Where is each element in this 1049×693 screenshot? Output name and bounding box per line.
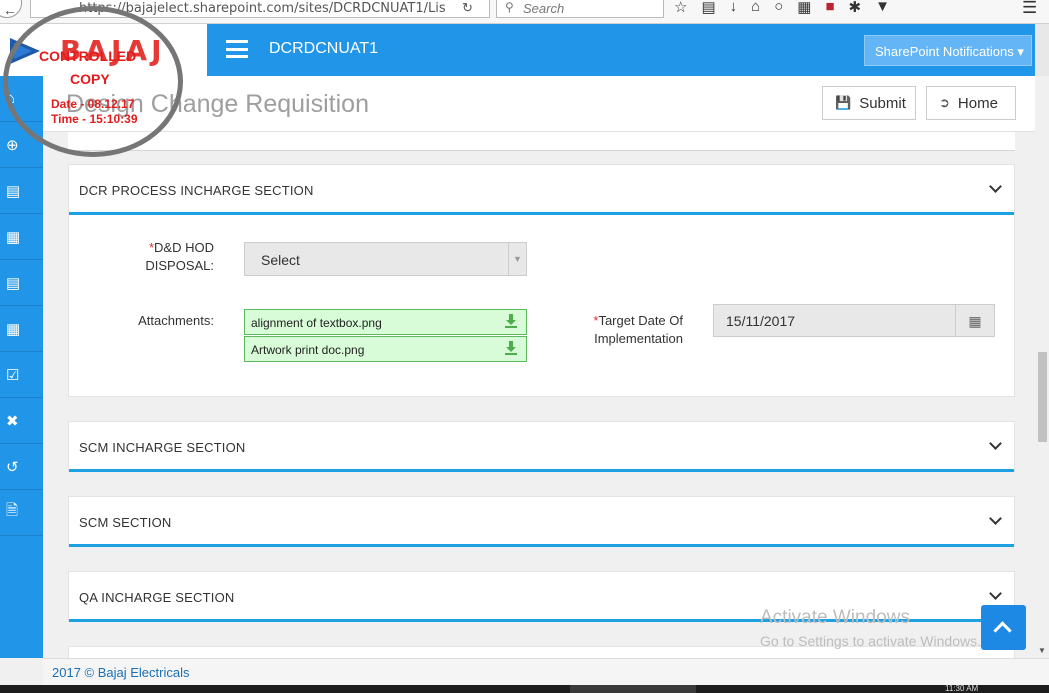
reading-list-icon[interactable]: ▤ [701, 0, 715, 16]
chevron-down-icon[interactable] [989, 587, 1002, 600]
activation-watermark-title: Activate Windows [760, 607, 910, 628]
chevron-up-icon [993, 621, 1012, 640]
reload-icon[interactable]: ↻ [462, 0, 473, 16]
menu-toggle-icon[interactable] [226, 40, 248, 58]
table-icon: ▦ [6, 228, 21, 246]
hod-disposal-label: *D&D HOD DISPOSAL: [145, 240, 214, 273]
dcr-process-incharge-header[interactable]: DCR PROCESS INCHARGE SECTION [69, 165, 1014, 215]
sharepoint-notifications-button[interactable]: SharePoint Notifications ▾ [864, 35, 1032, 66]
scroll-down-arrow-icon[interactable]: ▼ [1038, 646, 1046, 655]
save-icon: 💾 [835, 95, 852, 110]
home-label: Home [957, 94, 998, 112]
chevron-down-icon: ▼ [508, 243, 526, 275]
stamp-text: COPY [70, 71, 110, 87]
taskbar-active-app[interactable] [570, 685, 696, 693]
download-icon[interactable] [504, 340, 518, 356]
calendar-icon[interactable]: ▦ [956, 304, 995, 337]
os-taskbar [0, 685, 1049, 693]
bug-icon[interactable]: ✱ [849, 0, 862, 16]
list-icon: ▤ [6, 274, 21, 292]
scm-header[interactable]: SCM SECTION [69, 497, 1014, 547]
section-title: DCR PROCESS INCHARGE SECTION [79, 183, 314, 198]
extension-red-icon[interactable]: ■ [825, 0, 834, 16]
check-square-icon: ☑ [6, 366, 20, 384]
section-title: SCM SECTION [79, 515, 172, 530]
sidebar-item-document[interactable]: 🗎 [0, 490, 43, 536]
stamp-time: Time - 15:10:39 [51, 112, 138, 126]
browser-toolbar-icons: ☆ ▤ ↓ ⌂ ○ ▦ ■ ✱ ▼ [674, 0, 890, 16]
sidebar-item-rework[interactable]: ↺ [0, 444, 43, 490]
footer-copyright: 2017 © Bajaj Electricals [52, 665, 190, 680]
attachment-filename: Artwork print doc.png [251, 343, 365, 357]
home-browser-icon[interactable]: ⌂ [751, 0, 760, 16]
home-button[interactable]: ➲ Home [926, 86, 1016, 120]
section-title: SCM INCHARGE SECTION [79, 440, 246, 455]
shield-icon[interactable]: ▼ [875, 0, 890, 16]
search-placeholder: Search [523, 1, 565, 16]
browser-search-input[interactable]: ⚲ Search [496, 0, 664, 18]
download-icon[interactable] [504, 313, 518, 329]
chevron-down-icon[interactable] [989, 437, 1002, 450]
attachments-label: Attachments: [138, 313, 214, 328]
scm-incharge-header[interactable]: SCM INCHARGE SECTION [69, 422, 1014, 472]
table-icon: ▦ [6, 320, 21, 338]
previous-panel-fragment [68, 132, 1015, 151]
target-date-input[interactable]: 15/11/2017 [713, 304, 956, 337]
submit-label: Submit [859, 94, 906, 112]
taskbar-clock: 11:30 AM [945, 684, 979, 693]
scrollbar-thumb[interactable] [1038, 352, 1047, 442]
file-icon: 🗎 [6, 502, 19, 519]
search-icon: ⚲ [505, 0, 514, 14]
undo-icon: ↺ [6, 458, 19, 476]
sidebar-item-approved[interactable]: ☑ [0, 352, 43, 398]
scm-incharge-panel: SCM INCHARGE SECTION [68, 421, 1015, 472]
close-icon: ✖ [6, 412, 19, 430]
sidebar-item-table-2[interactable]: ▦ [0, 306, 43, 352]
attachment-item[interactable]: Artwork print doc.png [244, 336, 527, 362]
extension-icon[interactable]: ▦ [797, 0, 811, 16]
dcr-process-incharge-panel: DCR PROCESS INCHARGE SECTION [68, 164, 1015, 397]
footer [43, 658, 1049, 685]
download-icon[interactable]: ↓ [730, 0, 738, 16]
sign-out-icon: ➲ [939, 95, 950, 110]
chevron-down-icon[interactable] [989, 512, 1002, 525]
stamp-text: CONTROLLED [39, 48, 137, 64]
stamp-date: Date - 08.12.17 [51, 97, 135, 111]
sidebar-item-list-2[interactable]: ▤ [0, 260, 43, 306]
site-title: DCRDCNUAT1 [269, 40, 379, 57]
hod-disposal-value: Select [261, 252, 300, 268]
target-date-label: *Target Date Of Implementation [593, 313, 683, 346]
section-title: QA INCHARGE SECTION [79, 590, 235, 605]
attachment-filename: alignment of textbox.png [251, 316, 382, 330]
browser-menu-icon[interactable]: ☰ [1022, 0, 1037, 18]
activation-watermark-text: Go to Settings to activate Windows. [760, 633, 981, 649]
submit-button[interactable]: 💾 Submit [822, 86, 916, 120]
scm-panel: SCM SECTION [68, 496, 1015, 547]
sidebar-item-rejected[interactable]: ✖ [0, 398, 43, 444]
chat-icon[interactable]: ○ [774, 0, 783, 16]
sidebar-item-list[interactable]: ▤ [0, 168, 43, 214]
hod-disposal-select[interactable]: Select ▼ [244, 242, 527, 276]
bookmark-star-icon[interactable]: ☆ [674, 0, 687, 16]
back-to-top-button[interactable] [981, 605, 1026, 650]
plus-circle-icon: ⊕ [6, 136, 19, 154]
chevron-down-icon[interactable] [989, 180, 1002, 193]
attachment-item[interactable]: alignment of textbox.png [244, 309, 527, 335]
sidebar-item-table[interactable]: ▦ [0, 214, 43, 260]
header-scroll-strip [1035, 24, 1049, 76]
list-icon: ▤ [6, 182, 21, 200]
